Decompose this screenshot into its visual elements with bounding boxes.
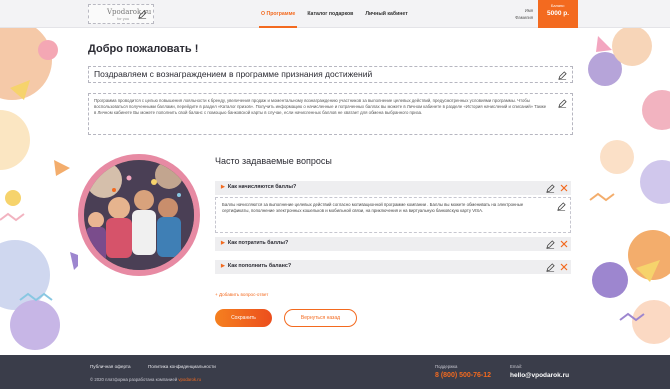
faq-item[interactable]: ▶ Как начисляются баллы? xyxy=(215,181,571,195)
faq-title: Часто задаваемые вопросы xyxy=(215,156,332,166)
pencil-icon[interactable] xyxy=(558,71,567,80)
program-description-editable[interactable]: Программа проводится с целью повышения л… xyxy=(88,93,573,135)
chevron-right-icon: ▶ xyxy=(221,240,225,246)
faq-question-text: Как пополнить баланс? xyxy=(227,263,292,269)
faq-question-text: Как потратить баллы? xyxy=(227,240,289,246)
support-label: Поддержка xyxy=(435,364,458,369)
chevron-right-icon: ▶ xyxy=(221,263,225,269)
copyright-text: © 2020 платформа разработана компанией xyxy=(90,377,178,382)
celebration-photo xyxy=(84,160,194,270)
support-email[interactable]: hello@vpodarok.ru xyxy=(510,372,569,379)
faq-question: ▶ Как начисляются баллы? xyxy=(221,184,296,190)
email-label: Email: xyxy=(510,364,522,369)
program-description: Программа проводится с целью повышения л… xyxy=(94,98,547,116)
nav-account[interactable]: Личный кабинет xyxy=(359,0,413,28)
pencil-icon[interactable] xyxy=(546,240,555,249)
footer-privacy-link[interactable]: Политика конфиденциальности xyxy=(148,364,216,369)
pencil-icon[interactable] xyxy=(138,10,147,19)
pencil-icon[interactable] xyxy=(557,202,566,211)
logo-subtitle: for you xyxy=(117,16,130,21)
close-icon[interactable] xyxy=(560,240,568,248)
nav-catalog[interactable]: Каталог подарков xyxy=(301,0,359,28)
close-icon[interactable] xyxy=(560,184,568,192)
faq-question: ▶ Как потратить баллы? xyxy=(221,240,288,246)
user-first-name: Имя xyxy=(524,8,533,13)
faq-item[interactable]: ▶ Как потратить баллы? xyxy=(215,237,571,251)
close-icon[interactable] xyxy=(560,263,568,271)
nav-about[interactable]: О Программе xyxy=(255,0,301,28)
user-name[interactable]: Имя Фамилия xyxy=(503,7,533,21)
chevron-right-icon: ▶ xyxy=(221,184,225,190)
user-last-name: Фамилия xyxy=(515,15,533,20)
footer-offer-link[interactable]: Публичная оферта xyxy=(90,364,131,369)
add-faq-link[interactable]: + Добавить вопрос-ответ xyxy=(215,292,268,297)
support-phone[interactable]: 8 (800) 500-76-12 xyxy=(435,372,491,379)
back-button[interactable]: Вернуться назад xyxy=(284,309,357,327)
logo-editable[interactable]: Vpodarok.ru for you xyxy=(88,4,154,24)
footer-copyright: © 2020 платформа разработана компанией v… xyxy=(90,377,201,382)
page-title: Добро пожаловать ! xyxy=(88,43,199,55)
pencil-icon[interactable] xyxy=(546,263,555,272)
footer-brand-link[interactable]: vpodarok.ru xyxy=(178,377,201,382)
faq-answer-editable[interactable]: Баллы начисляются за выполнение целевых … xyxy=(215,197,571,233)
faq-item[interactable]: ▶ Как пополнить баланс? xyxy=(215,260,571,274)
faq-question-text: Как начисляются баллы? xyxy=(227,184,297,190)
program-title-editable[interactable]: Поздравляем с вознаграждением в программ… xyxy=(88,66,573,83)
footer: Публичная оферта Политика конфиденциальн… xyxy=(0,355,670,389)
pencil-icon[interactable] xyxy=(546,184,555,193)
main-nav: О Программе Каталог подарков Личный каби… xyxy=(255,0,414,28)
balance-value: 5000 р. xyxy=(546,10,570,17)
balance-badge[interactable]: Баланс: 5000 р. xyxy=(538,0,578,28)
top-header: Vpodarok.ru for you О Программе Каталог … xyxy=(0,0,670,28)
balance-label: Баланс: xyxy=(551,4,565,8)
program-title: Поздравляем с вознаграждением в программ… xyxy=(94,69,373,79)
faq-question: ▶ Как пополнить баланс? xyxy=(221,263,291,269)
save-button[interactable]: Сохранить xyxy=(215,309,272,327)
faq-answer: Баллы начисляются за выполнение целевых … xyxy=(222,202,524,214)
pencil-icon[interactable] xyxy=(558,99,567,108)
